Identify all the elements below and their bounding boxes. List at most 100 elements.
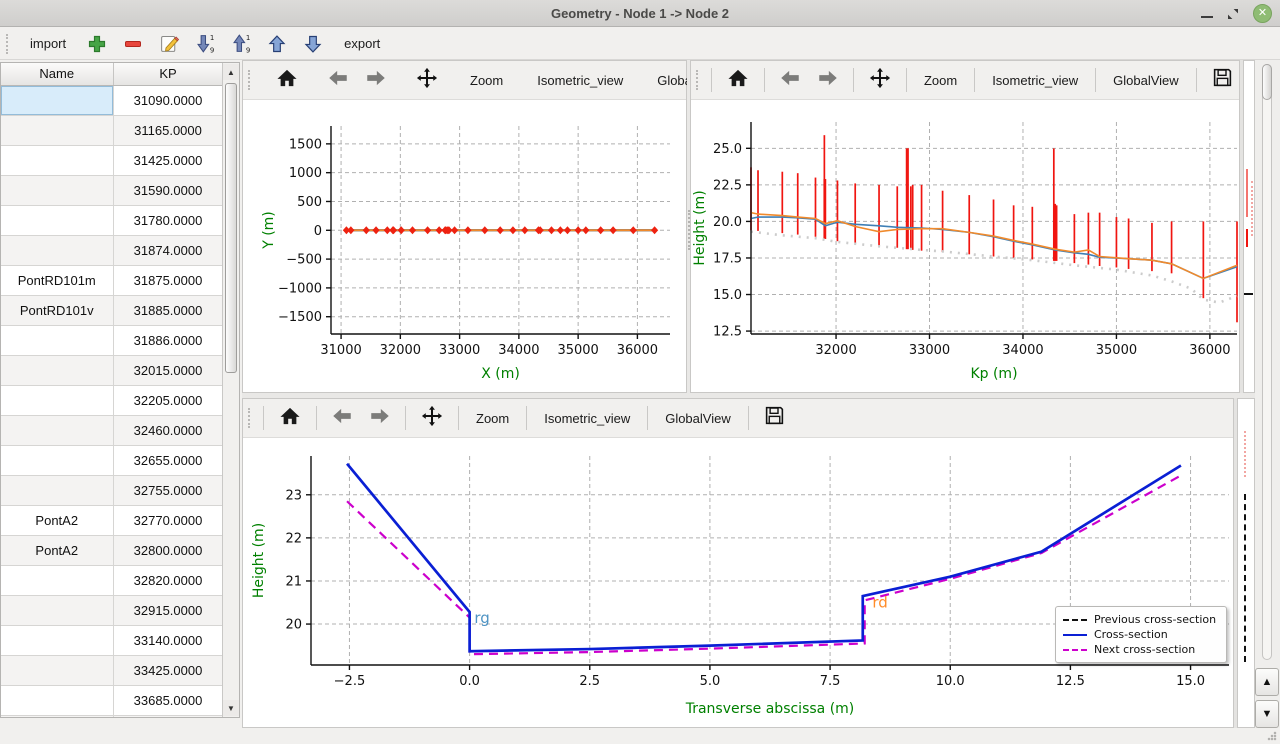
table-row[interactable]: PontA232770.0000 — [1, 505, 223, 535]
cell-kp[interactable]: 31874.0000 — [113, 235, 223, 265]
table-row[interactable]: 32915.0000 — [1, 595, 223, 625]
table-row[interactable]: 32655.0000 — [1, 445, 223, 475]
sort-descending-button[interactable]: 19 — [192, 31, 218, 57]
cell-name[interactable] — [1, 655, 113, 685]
cell-name[interactable]: PontRD101v — [1, 295, 113, 325]
sort-ascending-button[interactable]: 19 — [228, 31, 254, 57]
forward-button[interactable] — [360, 66, 392, 95]
cell-name[interactable] — [1, 325, 113, 355]
vertical-splitter[interactable] — [687, 60, 690, 393]
back-button[interactable] — [326, 404, 358, 433]
column-header-name[interactable]: Name — [1, 63, 113, 85]
cell-kp[interactable]: 31090.0000 — [113, 85, 223, 115]
cell-kp[interactable] — [113, 715, 223, 718]
globalview-button[interactable]: GlobalView — [1105, 69, 1187, 92]
table-row[interactable]: 31886.0000 — [1, 325, 223, 355]
table-row[interactable]: 32755.0000 — [1, 475, 223, 505]
cell-name[interactable] — [1, 355, 113, 385]
cell-kp[interactable]: 32205.0000 — [113, 385, 223, 415]
cell-kp[interactable]: 33140.0000 — [113, 625, 223, 655]
isometric-view-button[interactable]: Isometric_view — [536, 407, 638, 430]
cell-kp[interactable]: 31780.0000 — [113, 205, 223, 235]
toolbar-grip[interactable] — [248, 70, 250, 90]
cell-kp[interactable]: 31425.0000 — [113, 145, 223, 175]
plot-legend[interactable]: Previous cross-sectionCross-sectionNext … — [1055, 606, 1227, 663]
minimize-icon[interactable] — [1201, 16, 1213, 18]
back-button[interactable] — [774, 66, 806, 95]
back-button[interactable] — [322, 66, 354, 95]
cell-name[interactable] — [1, 445, 113, 475]
zoom-button[interactable]: Zoom — [916, 69, 965, 92]
profile-plot-canvas[interactable]: 320003300034000350003600012.515.017.520.… — [691, 100, 1239, 392]
cell-kp[interactable]: 32755.0000 — [113, 475, 223, 505]
cell-kp[interactable]: 33425.0000 — [113, 655, 223, 685]
pan-button[interactable] — [410, 64, 444, 97]
edit-button[interactable] — [156, 31, 182, 57]
cell-name[interactable]: PontRD101m — [1, 265, 113, 295]
toolbar-grip[interactable] — [6, 34, 10, 54]
cell-kp[interactable]: 32770.0000 — [113, 505, 223, 535]
table-row[interactable]: 31425.0000 — [1, 145, 223, 175]
titlebar[interactable]: Geometry - Node 1 -> Node 2 ✕ — [0, 0, 1280, 27]
cell-name[interactable] — [1, 475, 113, 505]
move-down-button[interactable] — [300, 31, 326, 57]
isometric-view-button[interactable]: Isometric_view — [984, 69, 1086, 92]
table-row[interactable]: 32820.0000 — [1, 565, 223, 595]
scroll-up-button[interactable]: ▲ — [1255, 668, 1279, 696]
cross-section-plot-canvas[interactable]: rgrd−2.50.02.55.07.510.012.515.020212223… — [243, 438, 1233, 727]
cell-name[interactable] — [1, 175, 113, 205]
toolbar-grip[interactable] — [696, 70, 700, 90]
table-row[interactable]: 33685.0000 — [1, 685, 223, 715]
cell-name[interactable] — [1, 565, 113, 595]
size-grip[interactable] — [1267, 731, 1277, 741]
cell-name[interactable] — [1, 85, 113, 115]
export-button[interactable]: export — [336, 32, 388, 55]
home-button[interactable] — [721, 65, 755, 96]
table-row[interactable]: 31874.0000 — [1, 235, 223, 265]
cell-name[interactable]: PontA2 — [1, 535, 113, 565]
table-row[interactable]: 32205.0000 — [1, 385, 223, 415]
cell-kp[interactable]: 31886.0000 — [113, 325, 223, 355]
table-header-row[interactable]: NameKP — [1, 63, 223, 85]
table-row[interactable] — [1, 715, 223, 718]
cell-kp[interactable]: 32460.0000 — [113, 415, 223, 445]
cell-kp[interactable]: 31875.0000 — [113, 265, 223, 295]
table-scrollbar-thumb[interactable] — [225, 83, 237, 373]
cell-kp[interactable]: 32800.0000 — [113, 535, 223, 565]
cell-name[interactable] — [1, 115, 113, 145]
cell-kp[interactable]: 32915.0000 — [113, 595, 223, 625]
cell-name[interactable] — [1, 715, 113, 718]
table-row[interactable]: 31780.0000 — [1, 205, 223, 235]
column-header-kp[interactable]: KP — [113, 63, 223, 85]
cross-section-table[interactable]: NameKP 31090.000031165.000031425.0000315… — [1, 63, 224, 718]
forward-button[interactable] — [364, 404, 396, 433]
cell-kp[interactable]: 31165.0000 — [113, 115, 223, 145]
globalview-button[interactable]: GlobalView — [657, 407, 739, 430]
cell-kp[interactable]: 33685.0000 — [113, 685, 223, 715]
pan-button[interactable] — [863, 64, 897, 97]
cell-name[interactable]: PontA2 — [1, 505, 113, 535]
move-up-button[interactable] — [264, 31, 290, 57]
cell-name[interactable] — [1, 205, 113, 235]
table-row[interactable]: 31165.0000 — [1, 115, 223, 145]
pan-button[interactable] — [415, 402, 449, 435]
plots-vertical-scrollbar[interactable]: ▲ ▼ — [1255, 60, 1280, 744]
cell-kp[interactable]: 32655.0000 — [113, 445, 223, 475]
table-row[interactable]: PontRD101v31885.0000 — [1, 295, 223, 325]
save-button[interactable] — [1206, 64, 1239, 96]
remove-row-button[interactable] — [120, 31, 146, 57]
scrollbar-track[interactable] — [1262, 64, 1272, 660]
table-row[interactable]: 31090.0000 — [1, 85, 223, 115]
home-button[interactable] — [273, 403, 307, 434]
save-button[interactable] — [758, 402, 791, 434]
toolbar-grip[interactable] — [248, 408, 252, 428]
maximize-icon[interactable] — [1227, 8, 1239, 20]
table-row[interactable]: 32460.0000 — [1, 415, 223, 445]
cell-kp[interactable]: 31590.0000 — [113, 175, 223, 205]
home-button[interactable] — [270, 65, 304, 96]
close-icon[interactable]: ✕ — [1253, 4, 1272, 23]
isometric-view-button[interactable]: Isometric_view — [529, 69, 631, 92]
add-row-button[interactable] — [84, 31, 110, 57]
cell-kp[interactable]: 32820.0000 — [113, 565, 223, 595]
xy-plot-canvas[interactable]: 3100032000330003400035000360001500100050… — [243, 100, 686, 392]
